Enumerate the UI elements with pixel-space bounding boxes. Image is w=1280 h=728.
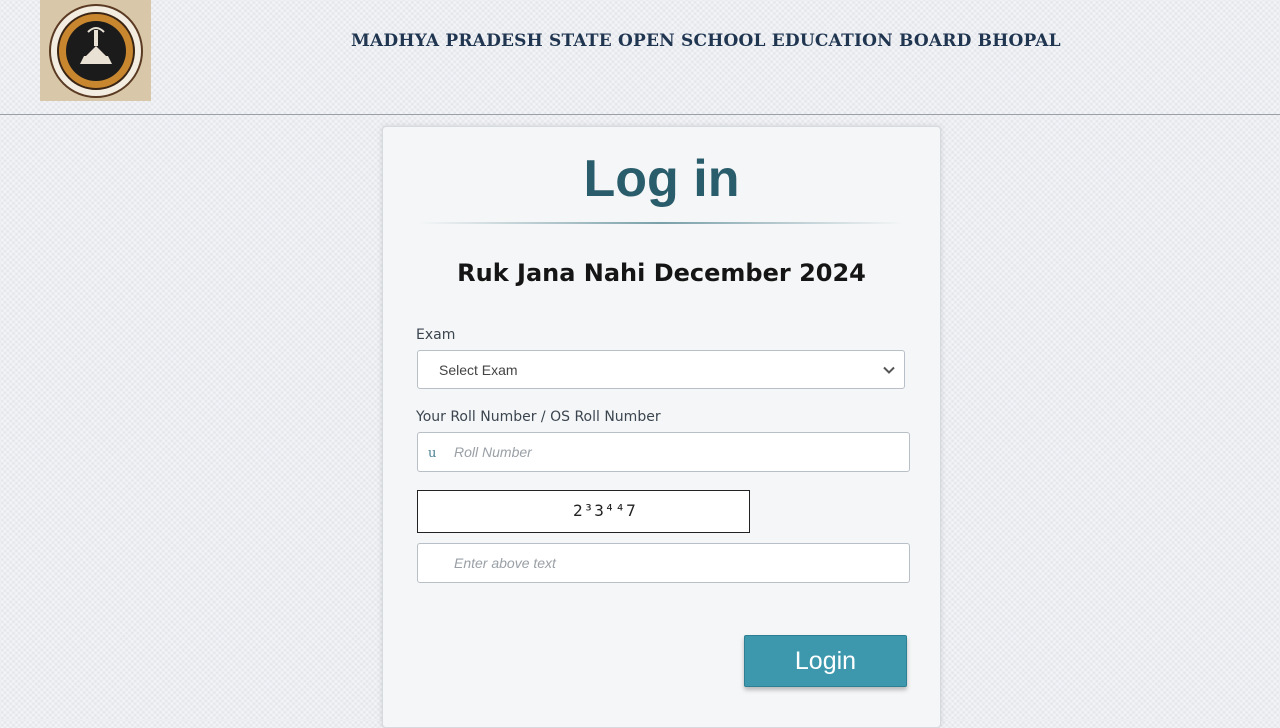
exam-select[interactable]: Select Exam	[417, 350, 905, 389]
user-icon: u	[428, 446, 437, 461]
captcha-image: 2³3⁴⁴7	[417, 490, 750, 533]
login-button[interactable]: Login	[744, 635, 907, 687]
roll-number-label: Your Roll Number / OS Roll Number	[416, 409, 661, 425]
exam-label: Exam	[416, 327, 456, 343]
login-card: Log in Ruk Jana Nahi December 2024 Exam …	[382, 126, 941, 728]
captcha-input[interactable]: Enter above text	[417, 543, 910, 583]
page-title: Log in	[583, 150, 740, 208]
title-divider	[419, 222, 904, 224]
exam-select-value: Select Exam	[439, 362, 518, 378]
board-seal-icon	[40, 0, 151, 101]
roll-number-placeholder: Roll Number	[454, 444, 532, 460]
header: MADHYA PRADESH STATE OPEN SCHOOL EDUCATI…	[0, 0, 1280, 115]
captcha-placeholder: Enter above text	[454, 555, 556, 571]
roll-number-input[interactable]: u Roll Number	[417, 432, 910, 472]
exam-session-heading: Ruk Jana Nahi December 2024	[457, 259, 866, 287]
board-name: MADHYA PRADESH STATE OPEN SCHOOL EDUCATI…	[351, 31, 1061, 51]
chevron-down-icon	[883, 366, 895, 374]
captcha-text: 2³3⁴⁴7	[573, 501, 637, 520]
